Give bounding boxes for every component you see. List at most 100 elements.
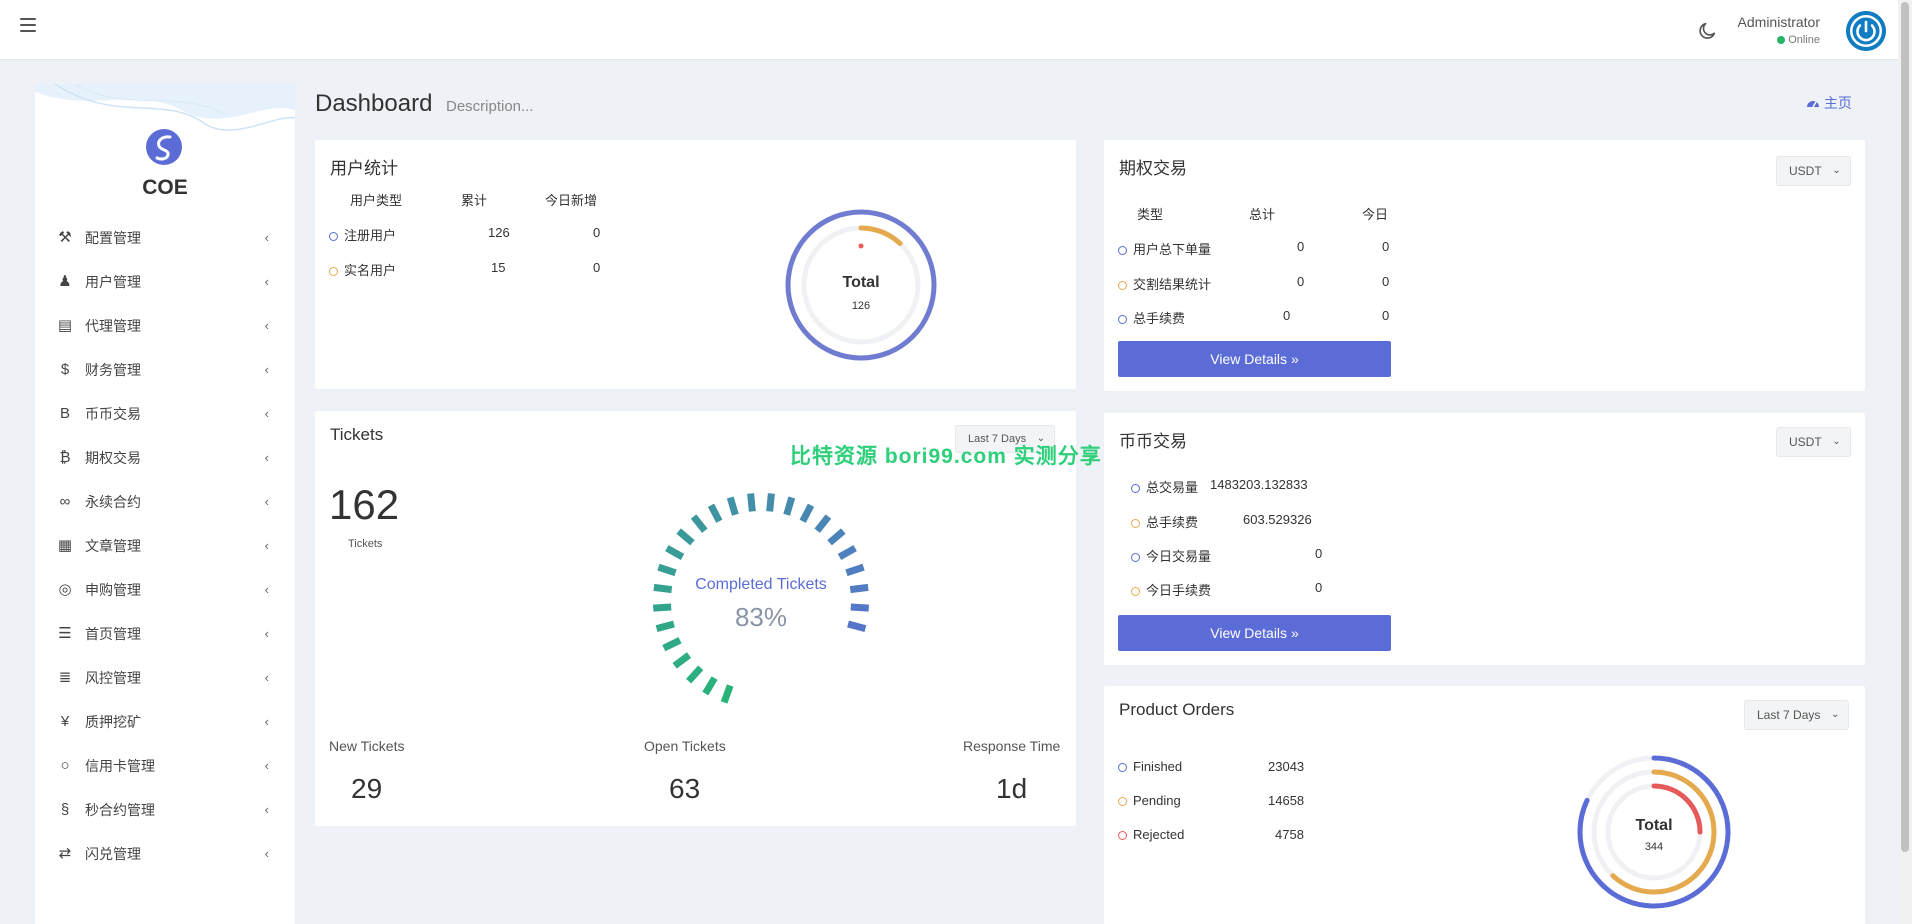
gauge-segment — [720, 684, 734, 704]
chevron-left-icon: ‹ — [264, 846, 269, 861]
sidebar-item-2[interactable]: ♟ 用户管理 ‹ — [35, 260, 295, 304]
donut-marker-dot — [858, 243, 864, 249]
new-tickets-value: 29 — [351, 773, 383, 804]
sidebar-item-1[interactable]: ⚒ 配置管理 ‹ — [35, 216, 295, 260]
user-stats-row: 实名用户 — [329, 260, 396, 279]
options-row-today: 0 — [1382, 308, 1390, 323]
sidebar-item-12[interactable]: ¥ 质押挖矿 ‹ — [35, 700, 295, 744]
options-trading-card: 期权交易 USDT ⌄ 类型 总计 今日 用户总下单量 0 0 交割结果统计 0 … — [1104, 140, 1865, 391]
sidebar-item-5[interactable]: B 币币交易 ‹ — [35, 392, 295, 436]
sidebar-item-label: 信用卡管理 — [85, 758, 155, 774]
options-view-details-button[interactable]: View Details » — [1118, 341, 1391, 377]
spot-view-details-label: View Details — [1210, 625, 1288, 641]
dark-mode-icon[interactable] — [1696, 20, 1718, 42]
bitcoin-icon: ₿ — [59, 449, 71, 466]
sidebar-item-9[interactable]: ◎ 申购管理 ‹ — [35, 568, 295, 612]
chevron-left-icon: ‹ — [264, 802, 269, 817]
chevron-down-icon: ⌄ — [1830, 709, 1840, 720]
menu-toggle-icon[interactable] — [20, 18, 36, 34]
watermark-text: 比特资源 bori99.com 实测分享 — [790, 445, 1102, 468]
exchange-icon: ⇄ — [58, 845, 72, 862]
chevron-left-icon: ‹ — [264, 714, 269, 729]
brand-name: COE — [142, 176, 188, 199]
gauge-segment — [702, 676, 718, 696]
scrollbar-thumb[interactable] — [1901, 2, 1909, 852]
order-row: Rejected — [1118, 827, 1184, 842]
new-tickets-label: New Tickets — [329, 738, 405, 754]
wrench-icon: ⚒ — [58, 229, 72, 246]
sidebar-item-label: 秒合约管理 — [85, 802, 155, 818]
order-row-label: Finished — [1133, 759, 1183, 774]
spot-row-label: 今日手续费 — [1146, 583, 1212, 598]
spot-row-label: 总交易量 — [1146, 480, 1199, 495]
spot-row-value: 1483203.132833 — [1210, 477, 1308, 492]
spot-row-label: 今日交易量 — [1146, 549, 1212, 564]
options-row: 总手续费 — [1118, 308, 1185, 327]
gauge-segment — [849, 583, 869, 594]
product-orders-card: Product Orders Last 7 Days ⌄ Finished 230… — [1104, 686, 1865, 924]
avatar[interactable] — [1846, 11, 1886, 51]
sidebar-item-label: 期权交易 — [85, 450, 141, 466]
spot-row: 总手续费 — [1131, 512, 1198, 531]
user-stats-donut-chart: Total 126 — [785, 209, 937, 361]
chevron-left-icon: ‹ — [264, 582, 269, 597]
product-orders-range-select[interactable]: Last 7 Days ⌄ — [1744, 700, 1850, 730]
options-row-label: 交割结果统计 — [1133, 277, 1212, 292]
gauge-segment — [653, 603, 672, 612]
legend-ring-icon — [1118, 797, 1127, 806]
user-stats-today: 0 — [593, 260, 601, 275]
link-icon: ∞ — [59, 493, 71, 510]
options-currency-select[interactable]: USDT ⌄ — [1776, 156, 1851, 186]
gauge-segment — [726, 496, 739, 516]
gauge-segment — [653, 583, 673, 594]
spot-view-details-button[interactable]: View Details » — [1118, 615, 1391, 651]
spot-currency-value: USDT — [1789, 435, 1822, 449]
sidebar-item-13[interactable]: ○ 信用卡管理 ‹ — [35, 744, 295, 788]
sidebar-item-8[interactable]: ▦ 文章管理 ‹ — [35, 524, 295, 568]
top-bar: Administrator Online — [0, 0, 1898, 60]
sidebar-item-label: 财务管理 — [85, 362, 141, 378]
tickets-title: Tickets — [330, 425, 384, 444]
chevron-left-icon: ‹ — [264, 494, 269, 509]
sidebar-item-3[interactable]: ▤ 代理管理 ‹ — [35, 304, 295, 348]
sidebar-item-label: 质押挖矿 — [85, 714, 141, 730]
home-breadcrumb-link[interactable]: 主页 — [1806, 93, 1852, 113]
user-name[interactable]: Administrator — [1738, 14, 1820, 30]
coins-icon: § — [60, 801, 70, 818]
completed-tickets-gauge: Completed Tickets 83% — [653, 493, 869, 704]
double-chevron-right-icon: » — [1290, 625, 1299, 641]
spot-row-value: 0 — [1315, 580, 1323, 595]
sidebar-item-7[interactable]: ∞ 永续合约 ‹ — [35, 480, 295, 524]
gauge-segment — [847, 620, 867, 633]
sidebar-item-15[interactable]: ⇄ 闪兑管理 ‹ — [35, 832, 295, 876]
gauge-segment — [676, 528, 695, 546]
sidebar-item-label: 文章管理 — [85, 538, 141, 554]
chevron-down-icon: ⌄ — [1832, 165, 1841, 176]
spot-row: 总交易量 — [1131, 477, 1198, 496]
gauge-segment — [655, 620, 675, 633]
user-stats-card: 用户统计 用户类型 累计 今日新增 注册用户 126 0 实名用户 15 0 T… — [315, 140, 1076, 389]
spot-currency-select[interactable]: USDT ⌄ — [1776, 427, 1851, 457]
user-status: Online — [1777, 34, 1820, 46]
legend-ring-icon — [1118, 281, 1127, 290]
open-tickets-value: 63 — [669, 773, 701, 804]
options-row-label: 总手续费 — [1133, 311, 1186, 326]
options-row: 交割结果统计 — [1118, 274, 1211, 293]
options-currency-value: USDT — [1789, 164, 1822, 178]
sidebar-item-4[interactable]: $ 财务管理 ‹ — [35, 348, 295, 392]
sidebar-item-14[interactable]: § 秒合约管理 ‹ — [35, 788, 295, 832]
spot-row-value: 603.529326 — [1243, 512, 1312, 527]
double-chevron-right-icon: » — [1290, 351, 1299, 367]
options-header-type: 类型 — [1137, 207, 1164, 222]
sidebar-item-6[interactable]: ₿ 期权交易 ‹ — [35, 436, 295, 480]
page-scrollbar[interactable] — [1898, 0, 1912, 924]
yen-icon: ¥ — [60, 713, 70, 730]
sidebar-menu: ⚒ 配置管理 ‹ ♟ 用户管理 ‹ ▤ 代理管理 ‹ $ 财务管理 ‹ B 币币交易 ‹ ₿ 期权交易 ‹ ∞ 永续合… — [35, 216, 295, 876]
sidebar-item-11[interactable]: ≣ 风控管理 ‹ — [35, 656, 295, 700]
chevron-left-icon: ‹ — [264, 538, 269, 553]
sidebar-item-10[interactable]: ☰ 首页管理 ‹ — [35, 612, 295, 656]
page-description: Description... — [446, 98, 534, 115]
gauge-segment — [850, 603, 869, 612]
legend-ring-icon — [1131, 519, 1140, 528]
tickets-count-label: Tickets — [348, 538, 383, 550]
